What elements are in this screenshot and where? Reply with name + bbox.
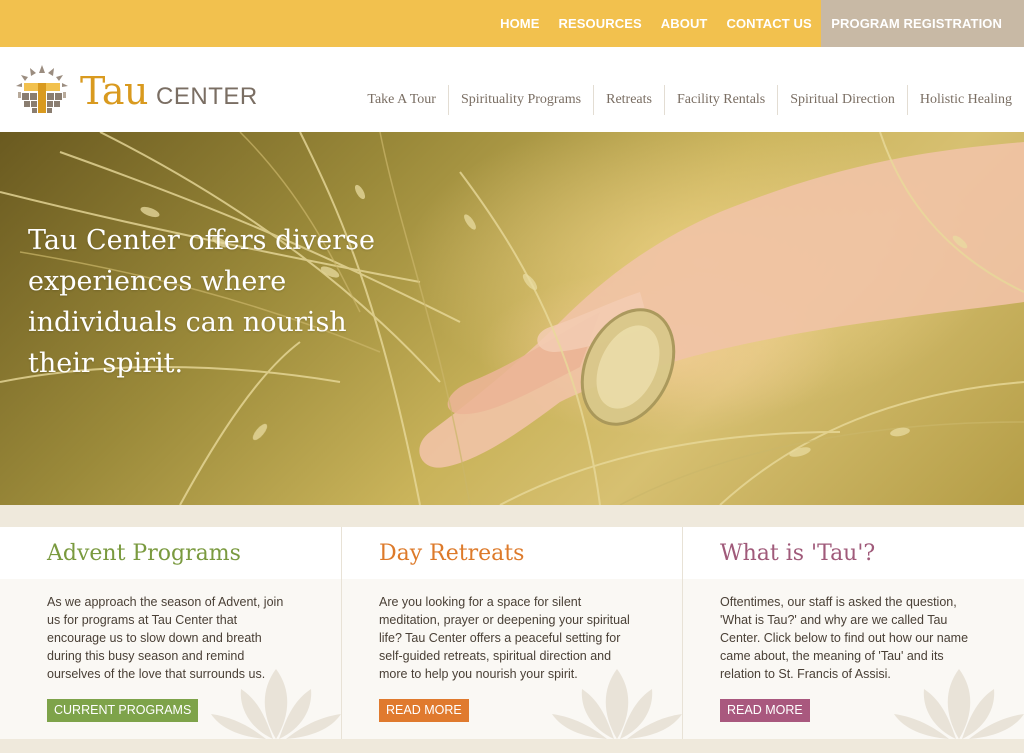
- tau-logo-icon: [10, 59, 74, 123]
- brand-center: CENTER: [156, 83, 258, 110]
- hero-banner: Tau Center offers diverse experiences wh…: [0, 132, 1024, 505]
- card-body: Oftentimes, our staff is asked the quest…: [720, 595, 969, 681]
- card-advent-programs: Advent Programs As we approach the seaso…: [0, 527, 341, 739]
- utility-bar: HOME RESOURCES ABOUT CONTACT US PROGRAM …: [0, 0, 1024, 47]
- feature-cards: Advent Programs As we approach the seaso…: [0, 527, 1024, 739]
- card-title: What is 'Tau'?: [720, 541, 876, 566]
- nav-facility-rentals[interactable]: Facility Rentals: [663, 85, 777, 115]
- card-header: Day Retreats: [342, 527, 682, 579]
- nav-spiritual-direction[interactable]: Spiritual Direction: [777, 85, 907, 115]
- nav-contact-us[interactable]: CONTACT US: [717, 16, 821, 31]
- card-body: Are you looking for a space for silent m…: [379, 595, 630, 681]
- site-header: Tau CENTER Take A Tour Spirituality Prog…: [0, 47, 1024, 132]
- card-body: As we approach the season of Advent, joi…: [47, 595, 284, 681]
- card-header: What is 'Tau'?: [683, 527, 1024, 579]
- utility-nav: HOME RESOURCES ABOUT CONTACT US PROGRAM …: [491, 0, 1024, 47]
- day-retreats-read-more-button[interactable]: READ MORE: [379, 699, 469, 722]
- card-header: Advent Programs: [0, 527, 341, 579]
- site-logo[interactable]: Tau CENTER: [10, 59, 258, 123]
- nav-resources[interactable]: RESOURCES: [549, 16, 651, 31]
- main-nav: Take A Tour Spirituality Programs Retrea…: [355, 85, 1012, 115]
- nav-spirituality-programs[interactable]: Spirituality Programs: [447, 85, 593, 115]
- nav-retreats[interactable]: Retreats: [593, 85, 664, 115]
- page-footer-strip: [0, 739, 1024, 753]
- current-programs-button[interactable]: CURRENT PROGRAMS: [47, 699, 199, 722]
- card-day-retreats: Day Retreats Are you looking for a space…: [341, 527, 682, 739]
- nav-holistic-healing[interactable]: Holistic Healing: [906, 85, 1012, 115]
- card-title: Day Retreats: [379, 541, 525, 566]
- brand-wordmark: Tau CENTER: [80, 69, 258, 113]
- hero-headline: Tau Center offers diverse experiences wh…: [28, 225, 375, 379]
- nav-take-a-tour[interactable]: Take A Tour: [355, 85, 448, 115]
- brand-tau: Tau: [80, 69, 149, 113]
- section-divider: [0, 505, 1024, 527]
- card-title: Advent Programs: [47, 541, 241, 566]
- nav-program-registration[interactable]: PROGRAM REGISTRATION: [821, 0, 1024, 47]
- nav-home[interactable]: HOME: [491, 16, 549, 31]
- what-is-tau-read-more-button[interactable]: READ MORE: [720, 699, 810, 722]
- card-what-is-tau: What is 'Tau'? Oftentimes, our staff is …: [682, 527, 1024, 739]
- nav-about[interactable]: ABOUT: [651, 16, 717, 31]
